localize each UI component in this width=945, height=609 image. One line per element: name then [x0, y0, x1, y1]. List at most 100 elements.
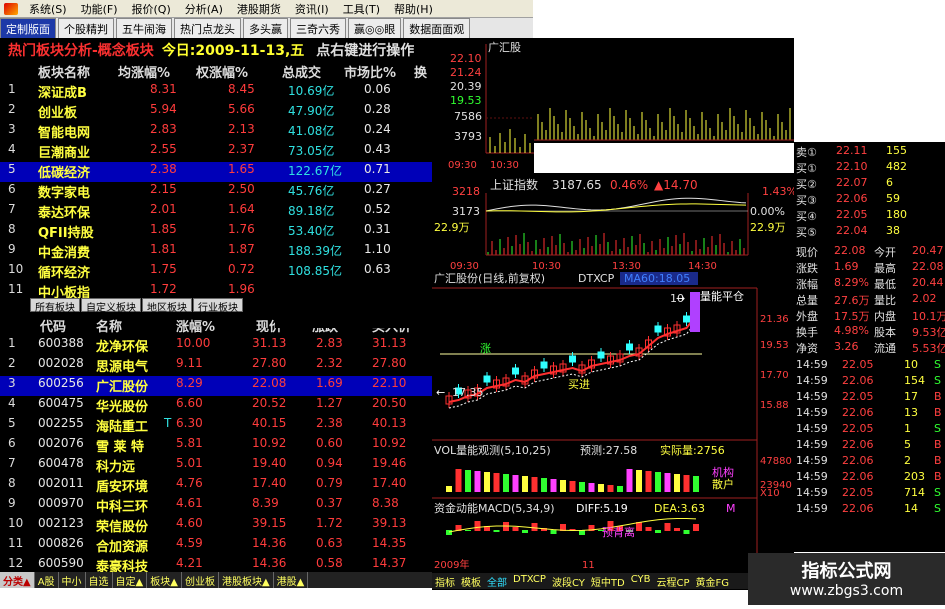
kline-month: 11 [582, 560, 595, 571]
menu-quote[interactable]: 报价(Q) [125, 1, 178, 17]
sector-row[interactable]: 1 深证成B 8.31 8.45 10.69亿 0.06 [0, 82, 432, 102]
mtab-hk[interactable]: 港股▲ [274, 572, 309, 588]
ktab-cy[interactable]: 波段CY [549, 573, 588, 589]
stock-row[interactable]: 7 600478 科力远 5.01 19.40 0.94 19.46 [0, 456, 432, 476]
menu-help[interactable]: 帮助(H) [387, 1, 440, 17]
sector-date: 今日:2009-11-13,五 [161, 43, 305, 59]
stock-name: 华光股份 [96, 400, 149, 415]
ktab-indicator[interactable]: 指标 [432, 573, 458, 589]
tab-three-six[interactable]: 三奇六秀 [290, 18, 346, 38]
ktab-cp[interactable]: 云程CP [653, 573, 692, 589]
subtab-custom-sectors[interactable]: 自定义板块 [81, 298, 141, 314]
menu-function[interactable]: 功能(F) [74, 1, 125, 17]
stock-row[interactable]: 5 002255 海陆重工 6.30 40.15 2.38 40.13 T [0, 416, 432, 436]
col-code[interactable]: 代码 [40, 316, 66, 335]
stock-row[interactable]: 8 002011 盾安环境 4.76 17.40 0.79 17.40 [0, 476, 432, 496]
stock-name: 海陆重工 [96, 420, 149, 435]
stock-row[interactable]: 3 600256 广汇股份 8.29 22.08 1.69 22.10 [0, 376, 432, 396]
tab-hot-leader[interactable]: 热门点龙头 [174, 18, 241, 38]
mtab-sme[interactable]: 中小 [59, 572, 86, 588]
price-diff: 2.83 [316, 336, 343, 350]
stat-label: 现价 [796, 246, 818, 259]
kline-ytick: 19.53 [760, 340, 789, 351]
col-turnover[interactable]: 换 [414, 62, 427, 81]
sector-row[interactable]: 6 数字家电 2.15 2.50 45.76亿 0.27 [0, 182, 432, 202]
price-diff: 0.79 [316, 476, 343, 490]
price-diff: 2.38 [316, 416, 343, 430]
stock-row[interactable]: 2 002028 思源电气 9.11 27.80 2.32 27.80 [0, 356, 432, 376]
menu-system[interactable]: 系统(S) [22, 1, 74, 17]
mtab-gem[interactable]: 创业板 [182, 572, 219, 588]
avg-change: 2.01 [150, 202, 177, 216]
weighted-change: 0.72 [228, 262, 255, 276]
mtab-watchlist[interactable]: 自选 [86, 572, 113, 588]
stock-row[interactable]: 4 600475 华光股份 6.60 20.52 1.27 20.50 [0, 396, 432, 416]
tick-side: B [934, 390, 942, 403]
sector-row[interactable]: 10 循环经济 1.75 0.72 108.85亿 0.63 [0, 262, 432, 282]
ktab-dtxcp[interactable]: DTXCP [510, 573, 549, 589]
col-total-vol[interactable]: 总成交 [282, 62, 321, 81]
stock-code: 002011 [38, 476, 84, 490]
row-index: 2 [8, 356, 16, 370]
col-chg[interactable]: 涨幅% [176, 316, 215, 335]
menu-analysis[interactable]: 分析(A) [178, 1, 230, 17]
subtab-industry-sectors[interactable]: 行业板块 [193, 298, 243, 314]
ktab-fg[interactable]: 黄金FG [692, 573, 732, 589]
menu-info[interactable]: 资讯(I) [288, 1, 336, 17]
ktab-td[interactable]: 短中TD [588, 573, 628, 589]
sector-row[interactable]: 7 泰达环保 2.01 1.64 89.18亿 0.52 [0, 202, 432, 222]
stock-row[interactable]: 9 000970 中科三环 4.61 8.39 0.37 8.38 [0, 496, 432, 516]
order-book-panel: 卖① 22.11 155 买① 22.10 482 买② 22.07 6 买③ 22.06 59 买④ 2… [794, 142, 945, 552]
mtab-sector[interactable]: 板块▲ [147, 572, 182, 588]
current-price: 10.92 [252, 436, 287, 450]
macd-diff: DIFF:5.19 [576, 502, 628, 515]
sector-row[interactable]: 5 低碳经济 2.38 1.65 122.67亿 0.71 [0, 162, 432, 182]
mtab-hk-sector[interactable]: 港股板块▲ [219, 572, 274, 588]
macd-note: 预背离 [602, 525, 635, 539]
col-market-ratio[interactable]: 市场比% [344, 62, 396, 81]
tab-bull-win[interactable]: 多头赢 [243, 18, 288, 38]
mtab-custom[interactable]: 自定▲ [113, 572, 148, 588]
macd-dea: DEA:3.63 [654, 502, 705, 515]
current-price: 31.13 [252, 336, 287, 350]
menu-hk-futures[interactable]: 港股期货 [230, 1, 288, 17]
stat-row: 净资 3.26 流通 5.53亿 [794, 340, 945, 356]
sector-row[interactable]: 9 中金消费 1.81 1.87 188.39亿 1.10 [0, 242, 432, 262]
row-index: 9 [8, 242, 16, 256]
ktab-template[interactable]: 模板 [458, 573, 484, 589]
sector-row[interactable]: 8 QFII持股 1.85 1.76 53.40亿 0.31 [0, 222, 432, 242]
kline-title: 广汇股份(日线,前复权) [434, 271, 545, 285]
sector-row[interactable]: 3 智能电网 2.83 2.13 41.08亿 0.24 [0, 122, 432, 142]
index-chg: ▲14.70 [654, 178, 698, 192]
tick-volume: 1 [904, 422, 911, 435]
ktab-cyb[interactable]: CYB [628, 573, 654, 589]
col-avg-chg[interactable]: 均涨幅% [118, 62, 170, 81]
mtab-a-share[interactable]: A股 [35, 572, 59, 588]
sector-row[interactable]: 2 创业板 5.94 5.66 47.90亿 0.28 [0, 102, 432, 122]
sector-row[interactable]: 4 巨潮商业 2.55 2.37 73.05亿 0.43 [0, 142, 432, 162]
order-volume: 482 [886, 160, 907, 173]
menu-tools[interactable]: 工具(T) [336, 1, 387, 17]
tab-stock-judge[interactable]: 个股精判 [58, 18, 114, 38]
kline-chart-svg: 广汇股份(日线,前复权) DTXCP MA60:18.05 21.36 19.5… [432, 271, 792, 571]
price-diff: 0.94 [316, 456, 343, 470]
tab-five-bulls[interactable]: 五牛闹海 [116, 18, 172, 38]
stock-row[interactable]: 11 000826 合加资源 4.59 14.36 0.63 14.35 [0, 536, 432, 556]
current-price: 20.52 [252, 396, 287, 410]
mtab-category[interactable]: 分类▲ [0, 572, 35, 588]
stock-row[interactable]: 6 002076 雪 莱 特 5.81 10.92 0.60 10.92 [0, 436, 432, 456]
ktab-all[interactable]: 全部 [484, 573, 510, 589]
total-volume: 53.40亿 [288, 224, 335, 238]
subtab-all-sectors[interactable]: 所有板块 [30, 298, 80, 314]
col-sector-name[interactable]: 板块名称 [38, 62, 90, 81]
col-name[interactable]: 名称 [96, 316, 122, 335]
tick-side: S [934, 358, 941, 371]
sector-panel-title: 热门板块分析-概念板块 今日:2009-11-13,五 点右键进行操作 [0, 38, 432, 60]
tab-custom-layout[interactable]: 定制版面 [0, 18, 56, 38]
tab-data-view[interactable]: 数据面面观 [403, 18, 471, 38]
stock-row[interactable]: 1 600388 龙净环保 10.00 31.13 2.83 31.13 [0, 336, 432, 356]
tab-win-eye[interactable]: 赢◎◎眼 [348, 18, 402, 38]
subtab-region-sectors[interactable]: 地区板块 [142, 298, 192, 314]
col-wavg-chg[interactable]: 权涨幅% [196, 62, 248, 81]
stock-row[interactable]: 10 002123 荣信股份 4.60 39.15 1.72 39.13 [0, 516, 432, 536]
